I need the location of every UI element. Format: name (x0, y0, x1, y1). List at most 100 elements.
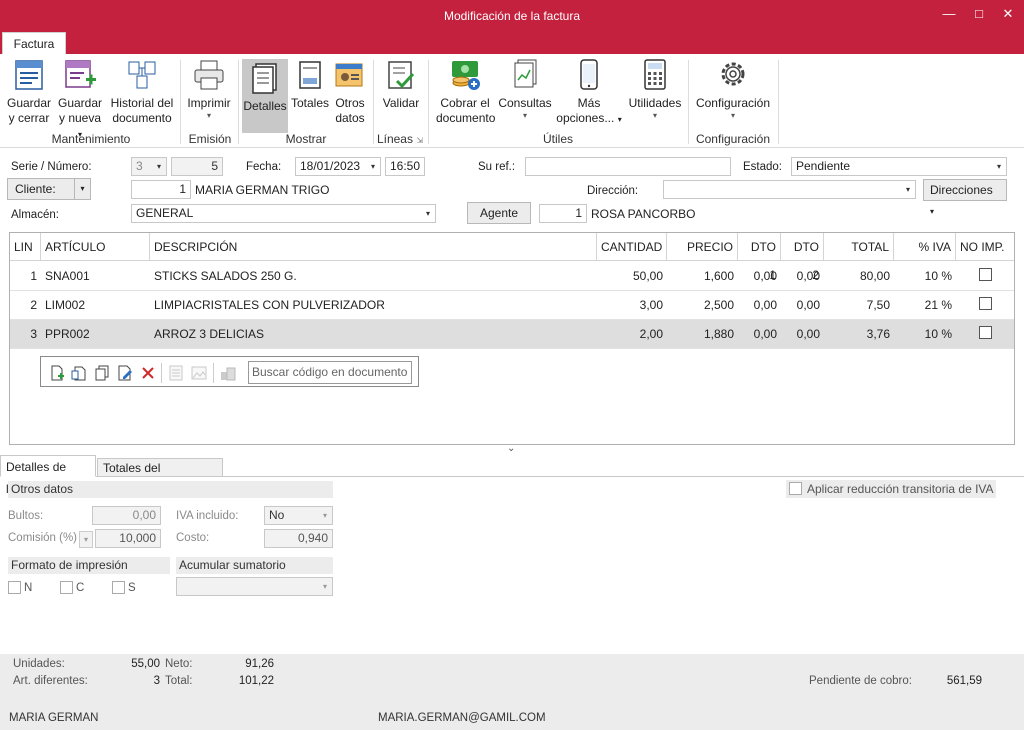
agente-button[interactable]: Agente (467, 202, 531, 224)
copy-line-icon[interactable] (94, 365, 110, 381)
group-separator (238, 60, 239, 144)
phone-icon (571, 58, 607, 92)
group-emision: Emisión (188, 132, 232, 146)
historial-documento-button[interactable]: Historial del documento (110, 58, 174, 126)
table-row[interactable]: 2 LIM002 LIMPIACRISTALES CON PULVERIZADO… (10, 291, 1014, 320)
minimize-button[interactable]: — (937, 4, 961, 24)
toolbar-separator (213, 363, 214, 383)
hora-field[interactable]: 16:50 (385, 157, 425, 176)
formato-n-checkbox[interactable] (8, 581, 21, 594)
chevron-down-icon[interactable]: ▾ (366, 158, 380, 175)
comision-dropdown-icon[interactable]: ▾ (79, 531, 93, 548)
iva-incluido-label: IVA incluido: (176, 510, 239, 522)
estado-label: Estado: (743, 161, 782, 173)
estado-select[interactable]: Pendiente ▾ (791, 157, 1007, 176)
formato-s-checkbox[interactable] (112, 581, 125, 594)
tab-detalles-linea[interactable]: Detalles de línea (0, 455, 96, 496)
col-dto1[interactable]: DTO 1 (738, 233, 781, 282)
agente-numero-field[interactable]: 1 (539, 204, 587, 223)
chevron-down-icon: ▾ (930, 207, 935, 216)
col-precio[interactable]: PRECIO (667, 233, 738, 261)
validar-button[interactable]: Validar (378, 58, 424, 111)
formato-c-label: C (76, 582, 85, 594)
new-line-icon[interactable] (49, 365, 65, 381)
search-code-input[interactable]: Buscar código en documento (248, 361, 412, 384)
comision-field[interactable]: 10,000 (95, 529, 161, 548)
almacen-select[interactable]: GENERAL ▾ (131, 204, 436, 223)
otros-datos-header: Otros datos (8, 481, 333, 498)
bultos-field[interactable]: 0,00 (92, 506, 161, 525)
col-cantidad[interactable]: CANTIDAD (597, 233, 667, 261)
col-dto2[interactable]: DTO 2 (781, 233, 824, 282)
detalles-button[interactable]: Detalles (242, 59, 288, 133)
table-row[interactable]: 1 SNA001 STICKS SALADOS 250 G. 50,00 1,6… (10, 262, 1014, 291)
mas-opciones-button[interactable]: Más opciones... ▾ (556, 58, 622, 127)
col-iva[interactable]: % IVA (894, 233, 956, 261)
col-articulo[interactable]: ARTÍCULO (41, 233, 150, 261)
imprimir-button[interactable]: Imprimir ▾ (186, 58, 232, 121)
acumular-sumatorio-select[interactable]: ▾ (176, 577, 333, 596)
collect-payment-icon (447, 58, 483, 92)
consultas-button[interactable]: Consultas ▾ (498, 58, 552, 121)
cell-dto2: 0,00 (796, 269, 820, 283)
col-lin[interactable]: LIN (10, 233, 41, 261)
col-total[interactable]: TOTAL (824, 233, 894, 261)
cobrar-label-2: documento (436, 111, 496, 125)
serie-select[interactable]: 3 ▾ (131, 157, 167, 176)
direccion-select[interactable]: ▾ (663, 180, 916, 199)
col-descripcion[interactable]: DESCRIPCIÓN (150, 233, 597, 261)
guardar-cerrar-button[interactable]: Guardar y cerrar (6, 58, 52, 126)
chevron-down-icon: ▾ (996, 162, 1001, 171)
no-imp-checkbox[interactable] (979, 326, 992, 339)
calculator-icon (637, 58, 673, 92)
otros-datos-button[interactable]: Otros datos (332, 58, 368, 126)
cliente-button[interactable]: Cliente: ▾ (7, 178, 91, 200)
col-noimp[interactable]: NO IMP. (956, 233, 1014, 261)
table-row[interactable]: 3 PPR002 ARROZ 3 DELICIAS 2,00 1,880 0,0… (10, 320, 1014, 349)
iva-incluido-select[interactable]: No ▾ (264, 506, 333, 525)
suref-field[interactable] (525, 157, 731, 176)
expand-chevron-icon[interactable]: ⌄ (507, 443, 515, 454)
historial-label-2: documento (112, 111, 172, 125)
costo-field[interactable]: 0,940 (264, 529, 333, 548)
other-data-icon (332, 58, 368, 92)
edit-line-icon[interactable] (117, 365, 133, 381)
formato-impresion-header: Formato de impresión (8, 557, 170, 574)
detail-tabs: Detalles de línea Totales del documento (0, 455, 1024, 496)
imprimir-dropdown-icon: ▾ (206, 111, 211, 120)
validar-label: Validar (382, 96, 420, 110)
fecha-field[interactable]: 18/01/2023 ▾ (295, 157, 381, 176)
cell-articulo: PPR002 (45, 327, 90, 341)
no-imp-checkbox[interactable] (979, 297, 992, 310)
tab-totales-documento[interactable]: Totales del documento (97, 458, 223, 494)
insert-line-icon[interactable] (71, 365, 87, 381)
group-mostrar: Mostrar (285, 132, 327, 146)
reduccion-iva-checkbox[interactable] (789, 482, 802, 495)
comision-label: Comisión (%) (8, 532, 78, 544)
cliente-numero-field[interactable]: 1 (131, 180, 191, 199)
formato-c-checkbox[interactable] (60, 581, 73, 594)
guardar-nueva-button[interactable]: Guardar y nueva ▾ (56, 58, 104, 142)
delete-line-icon[interactable] (140, 365, 156, 381)
configuracion-button[interactable]: Configuración ▾ (694, 58, 772, 121)
formato-n-label: N (24, 582, 33, 594)
totales-button[interactable]: Totales (290, 58, 330, 111)
cobrar-documento-button[interactable]: Cobrar el documento (436, 58, 496, 126)
reduccion-iva-row[interactable]: Aplicar reducción transitoria de IVA (786, 480, 996, 498)
no-imp-checkbox[interactable] (979, 268, 992, 281)
total-value: 101,22 (238, 675, 274, 687)
chevron-down-icon: ▾ (322, 582, 327, 591)
cell-iva: 21 % (924, 298, 952, 312)
art-diferentes-value: 3 (153, 675, 160, 687)
footer-status: Unidades: 55,00 Art. diferentes: 3 Neto:… (0, 654, 1024, 730)
chevron-down-icon: ▾ (156, 162, 161, 171)
tab-factura[interactable]: Factura (2, 32, 66, 55)
utilidades-button[interactable]: Utilidades ▾ (626, 58, 684, 121)
maximize-button[interactable]: □ (967, 4, 991, 24)
title-bar: Modificación de la factura — □ ✕ (0, 0, 1024, 32)
numero-field[interactable]: 5 (171, 157, 223, 176)
direcciones-button[interactable]: Direcciones ▾ (923, 179, 1007, 216)
usuario-nombre: MARIA GERMAN (9, 712, 99, 724)
chevron-down-icon: ▾ (905, 185, 910, 194)
close-button[interactable]: ✕ (996, 4, 1020, 24)
